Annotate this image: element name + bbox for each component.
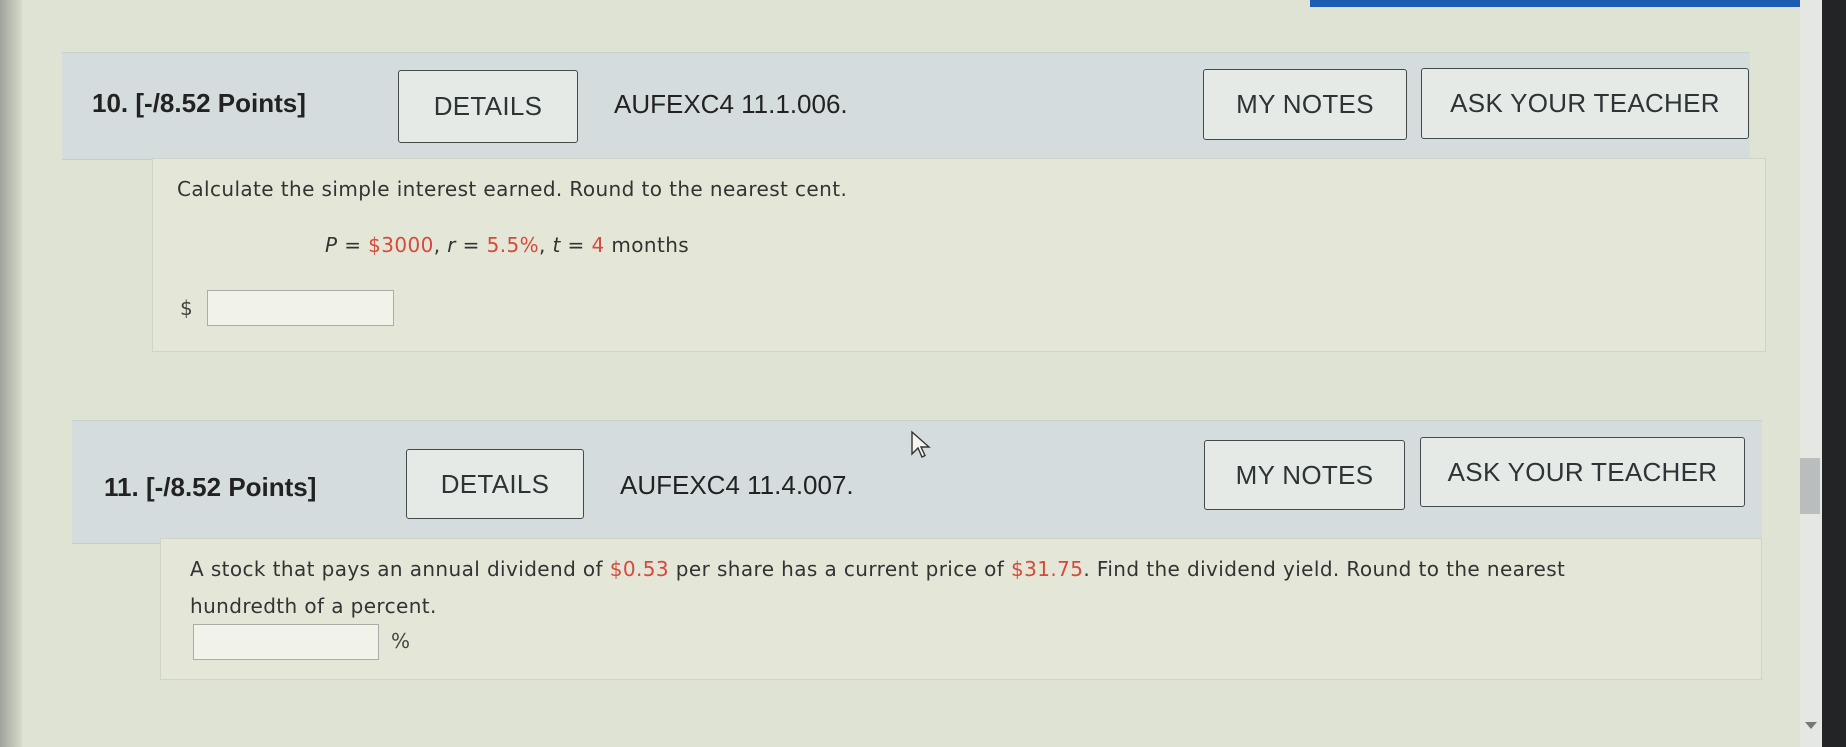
prompt-text: per share has a current price of [669, 557, 1011, 581]
question-prompt-line2: hundredth of a percent. [190, 594, 437, 618]
problem-id: AUFEXC4 11.4.007. [620, 470, 854, 500]
question-prompt: A stock that pays an annual dividend of … [190, 550, 1750, 588]
equals: = [455, 233, 487, 257]
question-points: [-/8.52 Points] [145, 472, 317, 502]
answer-input[interactable] [193, 624, 379, 660]
rate-value: 5.5% [486, 233, 540, 257]
question-11-title: 11. [-/8.52 Points] [104, 472, 316, 503]
separator: , [433, 233, 448, 257]
variable-t: t [552, 233, 561, 257]
mouse-pointer-icon [911, 430, 931, 458]
dividend-value: $0.53 [609, 557, 670, 581]
question-number: 11. [104, 472, 139, 502]
window-left-edge [0, 0, 22, 747]
separator: , [539, 233, 553, 257]
equals: = [337, 233, 369, 257]
time-value: 4 [591, 233, 605, 257]
dollar-prefix: $ [180, 296, 193, 320]
variable-r: r [447, 233, 456, 257]
prompt-text: A stock that pays an annual dividend of [190, 557, 610, 581]
ask-your-teacher-button[interactable]: ASK YOUR TEACHER [1420, 437, 1745, 507]
variable-p: P [325, 233, 338, 257]
question-10-title: 10. [-/8.52 Points] [92, 88, 306, 119]
percent-suffix: % [391, 629, 411, 653]
time-unit: months [604, 233, 690, 257]
my-notes-button[interactable]: MY NOTES [1203, 69, 1407, 140]
ask-your-teacher-button[interactable]: ASK YOUR TEACHER [1421, 68, 1749, 139]
details-button[interactable]: DETAILS [406, 449, 584, 519]
price-value: $31.75 [1010, 557, 1084, 581]
problem-id: AUFEXC4 11.1.006. [614, 89, 848, 119]
details-button[interactable]: DETAILS [398, 70, 578, 143]
question-points: [-/8.52 Points] [135, 88, 306, 118]
equals: = [560, 233, 592, 257]
question-prompt: Calculate the simple interest earned. Ro… [177, 177, 848, 201]
chevron-down-icon[interactable] [1805, 722, 1817, 729]
my-notes-button[interactable]: MY NOTES [1204, 440, 1405, 510]
question-number: 10. [92, 88, 129, 118]
scrollbar-thumb[interactable] [1800, 458, 1820, 514]
given-values: P = $3000, r = 5.5%, t = 4 months [325, 226, 689, 264]
scrollbar[interactable] [1800, 0, 1822, 747]
prompt-text: . Find the dividend yield. Round to the … [1083, 557, 1566, 581]
principal-value: $3000 [368, 233, 434, 257]
top-blue-bar [1310, 0, 1810, 7]
answer-input[interactable] [207, 290, 394, 326]
